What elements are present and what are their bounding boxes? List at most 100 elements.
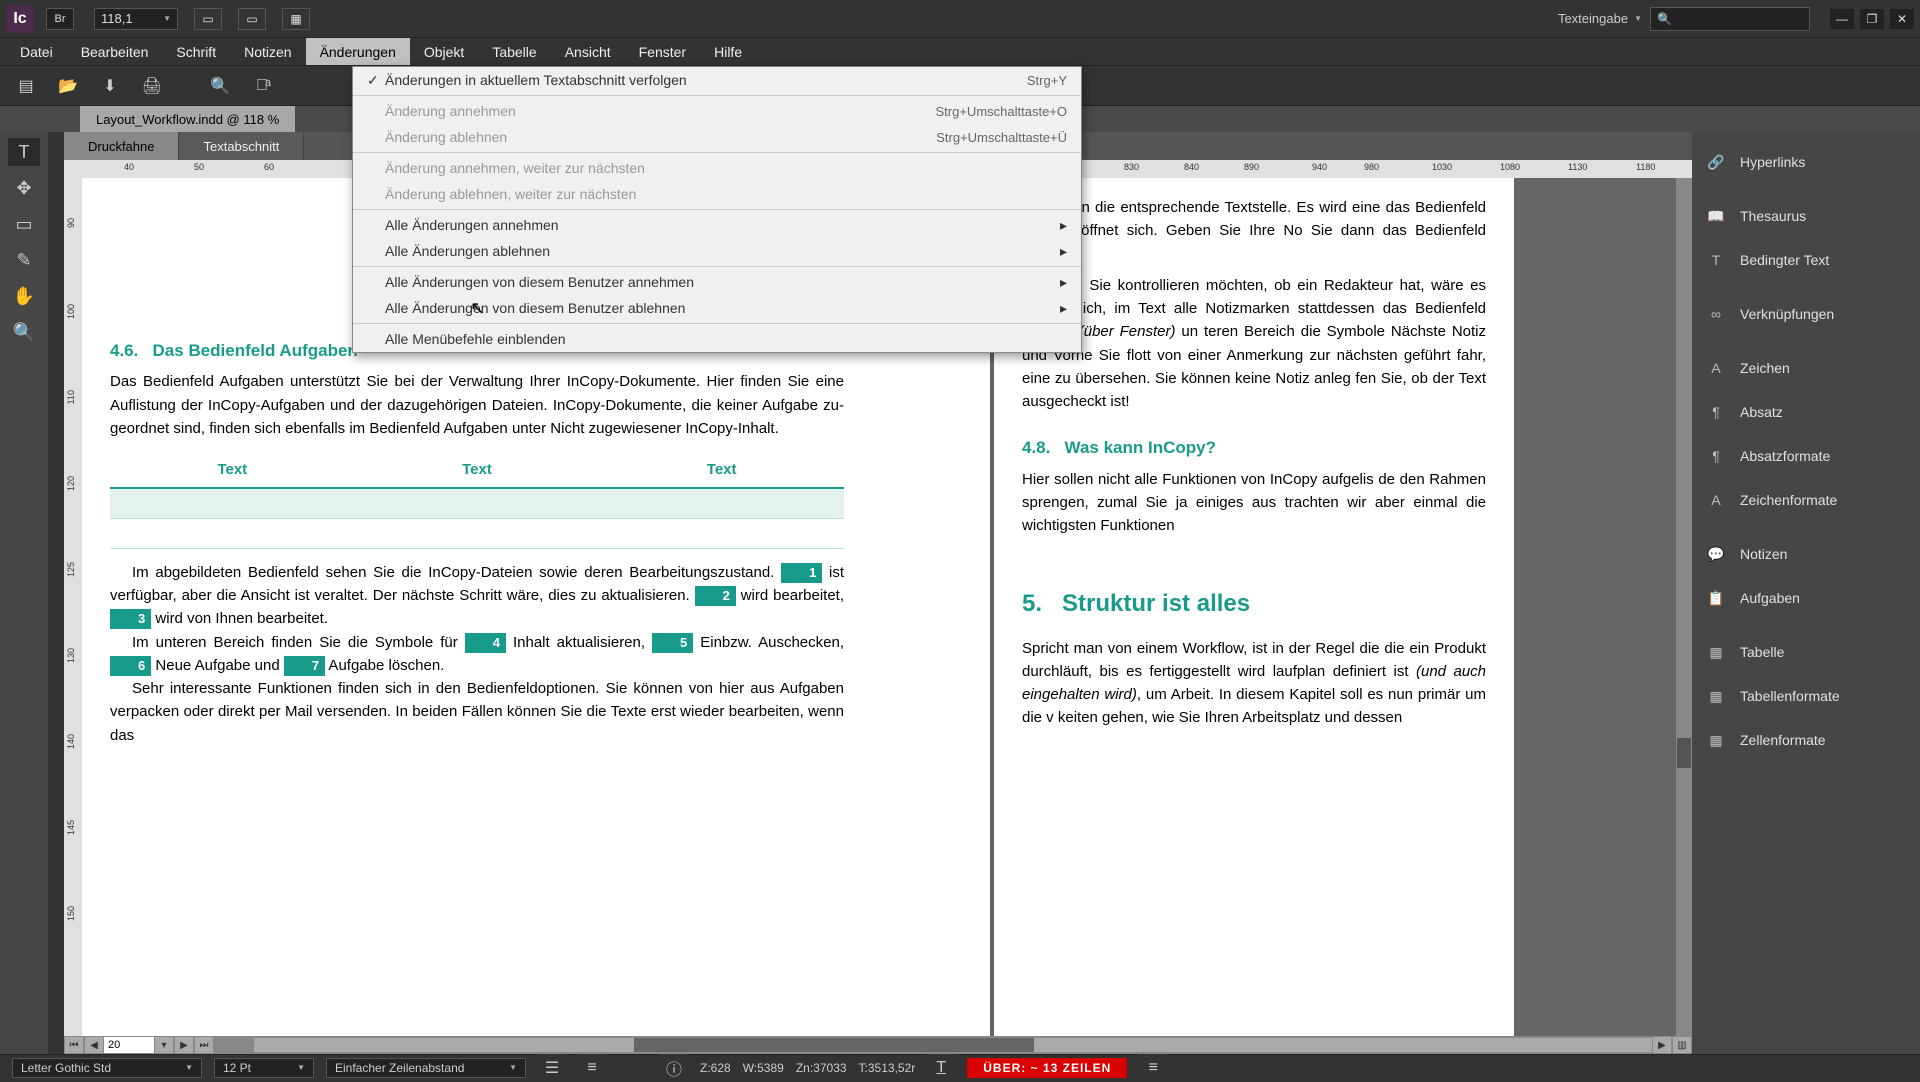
body-text: Sehr interessante Funktionen finden sich…: [110, 677, 844, 747]
page-dropdown[interactable]: ▾: [155, 1037, 173, 1053]
heading-num: 4.6.: [110, 341, 138, 360]
checkin-icon[interactable]: T̲: [927, 1054, 955, 1082]
marker-6: 6: [110, 656, 151, 676]
body-text: Hier sollen nicht alle Funktionen von In…: [1022, 468, 1486, 538]
panel-verknüpfungen[interactable]: ∞Verknüpfungen: [1692, 292, 1920, 336]
align-1-icon[interactable]: ☰: [538, 1054, 566, 1082]
panel-tabelle[interactable]: ▦Tabelle: [1692, 630, 1920, 674]
info-icon[interactable]: ⓘ: [660, 1054, 688, 1082]
panel-notizen[interactable]: 💬Notizen: [1692, 532, 1920, 576]
print-icon[interactable]: 🖨: [138, 72, 166, 100]
menubar: DateiBearbeitenSchriftNotizenÄnderungenO…: [0, 38, 1920, 66]
menu-datei[interactable]: Datei: [6, 38, 67, 65]
heading-num: 5.: [1022, 590, 1042, 617]
prev-page-button[interactable]: ◀: [85, 1037, 103, 1053]
table-header: Text: [110, 452, 355, 488]
panel-thesaurus[interactable]: 📖Thesaurus: [1692, 194, 1920, 238]
font-selector[interactable]: Letter Gothic Std▼: [12, 1058, 202, 1078]
page-number-input[interactable]: 20: [104, 1037, 154, 1053]
arrange-tool-1[interactable]: ▭: [194, 8, 222, 30]
new-icon[interactable]: ▤: [12, 72, 40, 100]
menu-ansicht[interactable]: Ansicht: [551, 38, 625, 65]
last-page-button[interactable]: ⏭: [195, 1037, 213, 1053]
scrollbar-thumb[interactable]: [1677, 738, 1691, 768]
heading-num: 4.8.: [1022, 438, 1050, 457]
submenu-arrow-icon: ▸: [1060, 274, 1067, 291]
panel-hyperlinks[interactable]: 🔗Hyperlinks: [1692, 140, 1920, 184]
save-icon[interactable]: ⬇: [96, 72, 124, 100]
search-input[interactable]: 🔍: [1650, 7, 1810, 31]
vertical-scrollbar[interactable]: [1676, 178, 1692, 1036]
marker-1: 1: [781, 563, 822, 583]
close-button[interactable]: ✕: [1890, 9, 1914, 29]
menu-icon[interactable]: ≡: [1139, 1054, 1167, 1082]
bridge-icon[interactable]: Br: [46, 8, 74, 30]
zoom-tool-icon[interactable]: 🔍: [8, 318, 40, 346]
arrange-tool-2[interactable]: ▭: [238, 8, 266, 30]
panel-zeichenformate[interactable]: AZeichenformate: [1692, 478, 1920, 522]
scroll-right-button[interactable]: ▶: [1653, 1037, 1671, 1053]
maximize-button[interactable]: ❐: [1860, 9, 1884, 29]
body-text: Wenn Sie kontrollieren möchten, ob ein R…: [1022, 274, 1486, 414]
align-2-icon[interactable]: ≡: [578, 1054, 606, 1082]
zoom-level[interactable]: 118,1 ▼: [94, 8, 178, 30]
menu-item-label: Alle Änderungen annehmen: [385, 217, 1060, 233]
marker-5: 5: [652, 633, 693, 653]
menu-notizen[interactable]: Notizen: [230, 38, 305, 65]
minimize-button[interactable]: —: [1830, 9, 1854, 29]
horizontal-scrollbar[interactable]: [254, 1038, 1652, 1052]
status-zn: Zn:37033: [796, 1061, 847, 1075]
menu-item: Änderung ablehnen, weiter zur nächsten: [353, 181, 1081, 207]
font-size-selector[interactable]: 12 Pt▼: [214, 1058, 314, 1078]
panel-absatz[interactable]: ¶Absatz: [1692, 390, 1920, 434]
note-tool-icon[interactable]: ▭: [8, 210, 40, 238]
menu-item[interactable]: ✓Änderungen in aktuellem Textabschnitt v…: [353, 67, 1081, 93]
hand-tool-icon[interactable]: ✋: [8, 282, 40, 310]
leading-selector[interactable]: Einfacher Zeilenabstand▼: [326, 1058, 526, 1078]
scrollbar-thumb[interactable]: [634, 1038, 1034, 1052]
open-icon[interactable]: 📂: [54, 72, 82, 100]
panel-label: Zellenformate: [1740, 732, 1826, 748]
menu-separator: [353, 152, 1081, 153]
menu-fenster[interactable]: Fenster: [625, 38, 700, 65]
split-view-button[interactable]: ▥: [1673, 1037, 1691, 1053]
overset-warning: ÜBER: ~ 13 ZEILEN: [967, 1058, 1127, 1078]
view-tab-1[interactable]: Textabschnitt: [179, 132, 304, 160]
menu-item[interactable]: Alle Änderungen annehmen▸: [353, 212, 1081, 238]
app-icon: Ic: [6, 5, 34, 33]
menu-item[interactable]: Alle Änderungen von diesem Benutzer able…: [353, 295, 1081, 321]
panel-bedingter text[interactable]: TBedingter Text: [1692, 238, 1920, 282]
panel-tabellenformate[interactable]: ▦Tabellenformate: [1692, 674, 1920, 718]
menu-hilfe[interactable]: Hilfe: [700, 38, 756, 65]
body-text: Spricht man von einem Workflow, ist in d…: [1022, 637, 1486, 730]
menu-änderungen[interactable]: Änderungen: [306, 38, 410, 65]
panel-label: Absatzformate: [1740, 448, 1830, 464]
menu-item[interactable]: Alle Änderungen von diesem Benutzer anne…: [353, 269, 1081, 295]
move-tool-icon[interactable]: ✥: [8, 174, 40, 202]
document-tab[interactable]: Layout_Workflow.indd @ 118 %: [80, 106, 295, 132]
marker-3: 3: [110, 609, 151, 629]
menu-item[interactable]: Alle Änderungen ablehnen▸: [353, 238, 1081, 264]
heading-text: Das Bedienfeld Aufgaben: [153, 341, 358, 360]
panel-label: Thesaurus: [1740, 208, 1806, 224]
menu-tabelle[interactable]: Tabelle: [478, 38, 550, 65]
menu-item: Änderung ablehnenStrg+Umschalttaste+Ü: [353, 124, 1081, 150]
menu-objekt[interactable]: Objekt: [410, 38, 478, 65]
workspace-switcher[interactable]: Texteingabe ▼: [1558, 11, 1642, 26]
next-page-button[interactable]: ▶: [175, 1037, 193, 1053]
menu-item[interactable]: Alle Menübefehle einblenden: [353, 326, 1081, 352]
type-tool-icon[interactable]: T: [8, 138, 40, 166]
spellcheck-icon[interactable]: ✔ͣ: [248, 72, 276, 100]
menu-schrift[interactable]: Schrift: [162, 38, 230, 65]
view-tab-0[interactable]: Druckfahne: [64, 132, 179, 160]
page-navigation: ⏮ ◀ 20 ▾ ▶ ⏭ ▶ ▥: [64, 1036, 1692, 1054]
find-icon[interactable]: 🔍: [206, 72, 234, 100]
arrange-tool-3[interactable]: ▦: [282, 8, 310, 30]
panel-absatzformate[interactable]: ¶Absatzformate: [1692, 434, 1920, 478]
eyedropper-tool-icon[interactable]: ✎: [8, 246, 40, 274]
panel-zellenformate[interactable]: ▦Zellenformate: [1692, 718, 1920, 762]
panel-aufgaben[interactable]: 📋Aufgaben: [1692, 576, 1920, 620]
menu-bearbeiten[interactable]: Bearbeiten: [67, 38, 163, 65]
first-page-button[interactable]: ⏮: [65, 1037, 83, 1053]
panel-zeichen[interactable]: AZeichen: [1692, 346, 1920, 390]
